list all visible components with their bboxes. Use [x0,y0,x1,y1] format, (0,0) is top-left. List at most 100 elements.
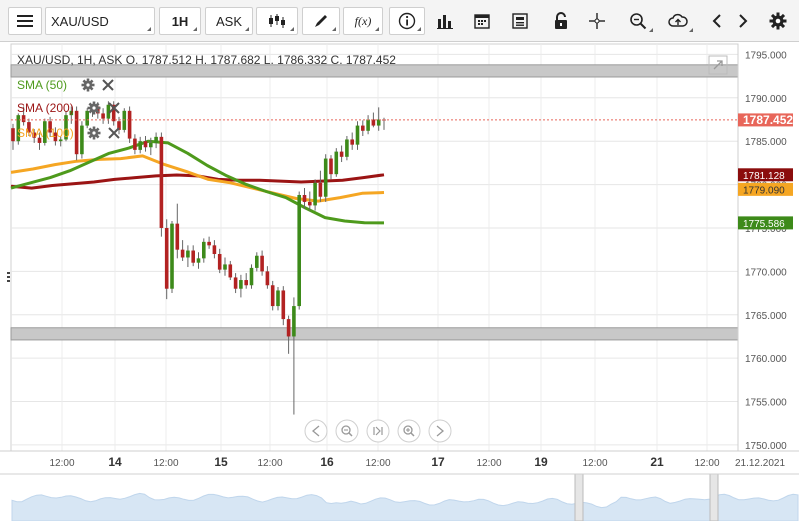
drag-handle-icon[interactable] [7,272,10,282]
zoom-out-icon[interactable] [335,419,359,443]
candle-body [196,258,201,263]
candle-body [127,110,132,139]
chart-area[interactable]: 1795.0001790.0001785.0001780.0001775.000… [0,42,799,522]
candle[interactable] [270,280,275,311]
gear-icon [769,12,787,30]
caret-icon [332,27,336,31]
candle-body [74,110,79,155]
gear-icon-tooth [81,83,85,87]
candle-body [302,194,307,202]
candle-body [186,250,190,258]
candle[interactable] [297,191,301,310]
crosshair-icon [589,13,605,29]
reset-icon[interactable] [366,419,390,443]
zoom-in-icon[interactable] [397,419,421,443]
lock-button[interactable] [546,7,576,35]
x-tick-label: 12:00 [365,458,390,469]
candle[interactable] [323,154,328,202]
x-tick-label: 19 [534,455,548,469]
candle-body [255,255,259,268]
nav-circle [304,419,328,443]
candle-body [191,250,195,263]
cloud-button[interactable] [660,7,696,35]
nav-left-icon[interactable] [304,419,328,443]
info-button[interactable] [389,7,425,35]
caret-icon [245,27,249,31]
candle[interactable] [334,148,339,177]
navigator-handle[interactable] [574,473,584,522]
indicator-label[interactable]: SMA (100) [17,126,74,140]
candle-body [85,110,89,126]
y-tick-label: 1790.000 [745,94,787,105]
candle-body [339,151,344,157]
scroll-left-button[interactable] [705,7,729,35]
candle[interactable] [127,106,132,143]
price-type-selector[interactable]: ASK [205,7,253,35]
volume-button[interactable] [430,7,460,35]
menu-icon [17,15,33,27]
bar-chart-icon [437,15,453,29]
lock-icon [555,12,567,29]
menu-button[interactable] [8,7,42,35]
gear-icon[interactable] [81,78,95,92]
pencil-icon [315,15,327,27]
candle[interactable] [170,221,174,294]
function-icon: f(x) [354,13,372,28]
candle[interactable] [249,264,254,289]
navigator-handle[interactable] [709,473,719,522]
drawing-tools-button[interactable] [302,7,340,35]
candle[interactable] [80,121,84,159]
y-tick-label: 1795.000 [745,50,787,61]
gear-icon[interactable] [87,126,101,140]
gear-icon[interactable] [87,101,101,115]
candle-body [233,277,238,289]
candle-body [361,125,365,131]
settings-button[interactable] [764,7,792,35]
gear-icon-tooth [87,131,91,135]
caret-icon [375,27,379,31]
candle[interactable] [85,108,89,129]
gear-icon-tooth [86,78,90,82]
caret-icon [689,28,693,32]
timeframe-selector[interactable]: 1H [159,7,201,35]
candle[interactable] [159,132,164,237]
info-icon [398,12,416,30]
price-chart[interactable]: 1795.0001790.0001785.0001780.0001775.000… [0,42,799,522]
y-tick-label: 1755.000 [745,398,787,409]
x-tick-label: 17 [431,455,445,469]
news-button[interactable] [505,7,535,35]
candle-body [143,141,148,148]
candle-body [175,223,180,250]
candle[interactable] [74,106,79,161]
x-tick-label: 12:00 [257,458,282,469]
caret-icon [649,28,653,32]
drag-handle-dot [7,276,10,278]
calendar-button[interactable] [467,7,497,35]
caret-icon [193,27,197,31]
x-tick-label: 16 [320,455,334,469]
indicator-label[interactable]: SMA (50) [17,78,67,92]
chart-type-button[interactable] [256,7,298,35]
y-tick-label: 1785.000 [745,137,787,148]
drag-handle-dot [7,272,10,274]
candle[interactable] [164,219,169,300]
caret-icon [290,27,294,31]
candle-body [270,285,275,307]
drag-handle-dot [7,280,10,282]
gear-icon-tooth [92,111,96,115]
scroll-right-button[interactable] [731,7,755,35]
navigator[interactable] [0,472,799,522]
horizontal-zone[interactable] [10,327,739,341]
candle-body [323,158,328,197]
candle-body [297,194,301,307]
candle-body [170,223,174,289]
price-type-label: ASK [215,13,242,29]
nav-right-icon[interactable] [428,419,452,443]
candle[interactable] [345,135,349,161]
calendar-icon [474,14,490,29]
indicator-label[interactable]: SMA (200) [17,101,74,115]
zoom-button[interactable] [620,7,656,35]
symbol-selector[interactable]: XAU/USD [45,7,155,35]
crosshair-button[interactable] [582,7,612,35]
indicators-button[interactable]: f(x) [343,7,383,35]
